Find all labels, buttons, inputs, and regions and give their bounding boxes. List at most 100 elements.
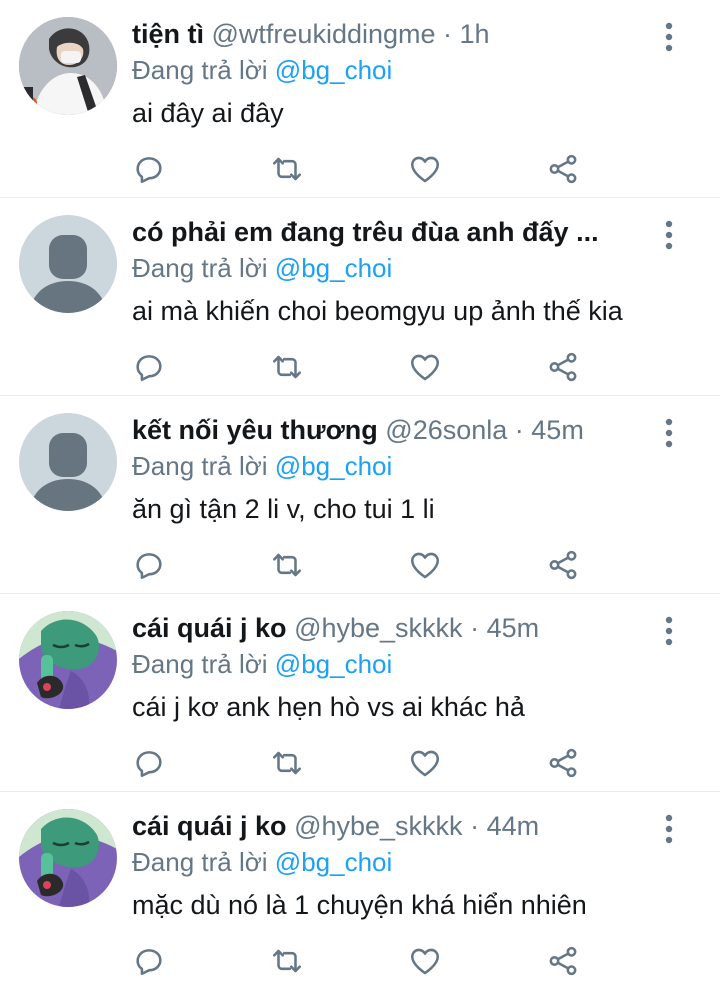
display-name[interactable]: cái quái j ko: [132, 613, 287, 643]
more-vertical-icon: [655, 218, 683, 252]
like-button[interactable]: [408, 548, 442, 582]
separator-dot: ·: [462, 613, 487, 643]
replying-to: Đang trả lời @bg_choi: [132, 845, 392, 879]
reply-icon: [132, 548, 166, 582]
replying-to-label: Đang trả lời: [132, 649, 268, 679]
share-button[interactable]: [546, 746, 580, 780]
reply-icon: [132, 944, 166, 978]
tweet-actions: [132, 548, 592, 582]
more-vertical-icon: [655, 614, 683, 648]
like-button[interactable]: [408, 350, 442, 384]
user-handle[interactable]: @26sonla: [385, 415, 507, 445]
reply-tweet[interactable]: tiện tì @wtfreukiddingme · 1h Đang trả lờ…: [0, 0, 720, 198]
reply-button[interactable]: [132, 944, 166, 978]
like-button[interactable]: [408, 746, 442, 780]
retweet-button[interactable]: [270, 350, 304, 384]
more-options-button[interactable]: [655, 20, 683, 54]
tweet-actions: [132, 746, 592, 780]
timestamp[interactable]: 45m: [531, 415, 584, 445]
avatar[interactable]: [19, 17, 117, 115]
reply-mention-link[interactable]: @bg_choi: [275, 55, 392, 85]
retweet-button[interactable]: [270, 944, 304, 978]
tweet-actions: [132, 350, 592, 384]
tweet-text: cái j kơ ank hẹn hò vs ai khác hả: [132, 692, 525, 722]
share-button[interactable]: [546, 152, 580, 186]
timestamp[interactable]: 44m: [487, 811, 540, 841]
tweet-text: mặc dù nó là 1 chuyện khá hiển nhiên: [132, 890, 587, 920]
retweet-icon: [270, 548, 304, 582]
share-icon: [546, 152, 580, 186]
display-name[interactable]: tiện tì: [132, 19, 204, 49]
more-vertical-icon: [655, 812, 683, 846]
avatar[interactable]: [19, 413, 117, 511]
like-icon: [408, 350, 442, 384]
more-options-button[interactable]: [655, 812, 683, 846]
display-name[interactable]: kết nối yêu thương: [132, 415, 378, 445]
reply-button[interactable]: [132, 350, 166, 384]
reply-icon: [132, 152, 166, 186]
separator-dot: ·: [507, 415, 532, 445]
reply-tweet[interactable]: cái quái j ko @hybe_skkkk · 45m Đang trả …: [0, 594, 720, 792]
share-icon: [546, 944, 580, 978]
display-name[interactable]: cái quái j ko: [132, 811, 287, 841]
retweet-button[interactable]: [270, 746, 304, 780]
share-icon: [546, 746, 580, 780]
reply-mention-link[interactable]: @bg_choi: [275, 847, 392, 877]
user-handle[interactable]: @wtfreukiddingme: [212, 19, 436, 49]
like-button[interactable]: [408, 944, 442, 978]
more-options-button[interactable]: [655, 218, 683, 252]
share-icon: [546, 548, 580, 582]
replying-to-label: Đang trả lời: [132, 847, 268, 877]
reply-mention-link[interactable]: @bg_choi: [275, 253, 392, 283]
user-handle[interactable]: @hybe_skkkk: [294, 613, 462, 643]
like-icon: [408, 548, 442, 582]
avatar[interactable]: [19, 611, 117, 709]
retweet-icon: [270, 152, 304, 186]
retweet-icon: [270, 350, 304, 384]
tweet-header: cái quái j ko @hybe_skkkk · 45m: [132, 610, 658, 646]
timestamp[interactable]: 45m: [487, 613, 540, 643]
share-icon: [546, 350, 580, 384]
reply-button[interactable]: [132, 746, 166, 780]
replying-to-label: Đang trả lời: [132, 451, 268, 481]
reply-tweet[interactable]: kết nối yêu thương @26sonla · 45m Đang tr…: [0, 396, 720, 594]
separator-dot: ·: [462, 811, 487, 841]
user-handle[interactable]: @hybe_skkkk: [294, 811, 462, 841]
reply-button[interactable]: [132, 152, 166, 186]
retweet-icon: [270, 746, 304, 780]
share-button[interactable]: [546, 944, 580, 978]
replying-to: Đang trả lời @bg_choi: [132, 53, 392, 87]
retweet-button[interactable]: [270, 548, 304, 582]
tweet-text: ăn gì tận 2 li v, cho tui 1 li: [132, 494, 435, 524]
more-vertical-icon: [655, 20, 683, 54]
replying-to-label: Đang trả lời: [132, 55, 268, 85]
retweet-button[interactable]: [270, 152, 304, 186]
tweet-text: ai đây ai đây: [132, 98, 284, 128]
reply-mention-link[interactable]: @bg_choi: [275, 649, 392, 679]
replying-to: Đang trả lời @bg_choi: [132, 647, 392, 681]
reply-feed: tiện tì @wtfreukiddingme · 1h Đang trả lờ…: [0, 0, 720, 990]
avatar[interactable]: [19, 215, 117, 313]
more-options-button[interactable]: [655, 416, 683, 450]
retweet-icon: [270, 944, 304, 978]
reply-icon: [132, 746, 166, 780]
like-icon: [408, 944, 442, 978]
display-name[interactable]: có phải em đang trêu đùa anh đấy ...: [132, 217, 599, 247]
tweet-header: tiện tì @wtfreukiddingme · 1h: [132, 16, 658, 52]
tweet-header: cái quái j ko @hybe_skkkk · 44m: [132, 808, 658, 844]
reply-button[interactable]: [132, 548, 166, 582]
timestamp[interactable]: 1h: [460, 19, 490, 49]
share-button[interactable]: [546, 350, 580, 384]
more-options-button[interactable]: [655, 614, 683, 648]
replying-to: Đang trả lời @bg_choi: [132, 449, 392, 483]
like-button[interactable]: [408, 152, 442, 186]
reply-tweet[interactable]: cái quái j ko @hybe_skkkk · 44m Đang trả …: [0, 792, 720, 990]
replying-to-label: Đang trả lời: [132, 253, 268, 283]
reply-mention-link[interactable]: @bg_choi: [275, 451, 392, 481]
reply-tweet[interactable]: có phải em đang trêu đùa anh đấy ... Đang…: [0, 198, 720, 396]
share-button[interactable]: [546, 548, 580, 582]
tweet-actions: [132, 152, 592, 186]
like-icon: [408, 152, 442, 186]
tweet-text: ai mà khiến choi beomgyu up ảnh thế kia: [132, 296, 623, 326]
avatar[interactable]: [19, 809, 117, 907]
